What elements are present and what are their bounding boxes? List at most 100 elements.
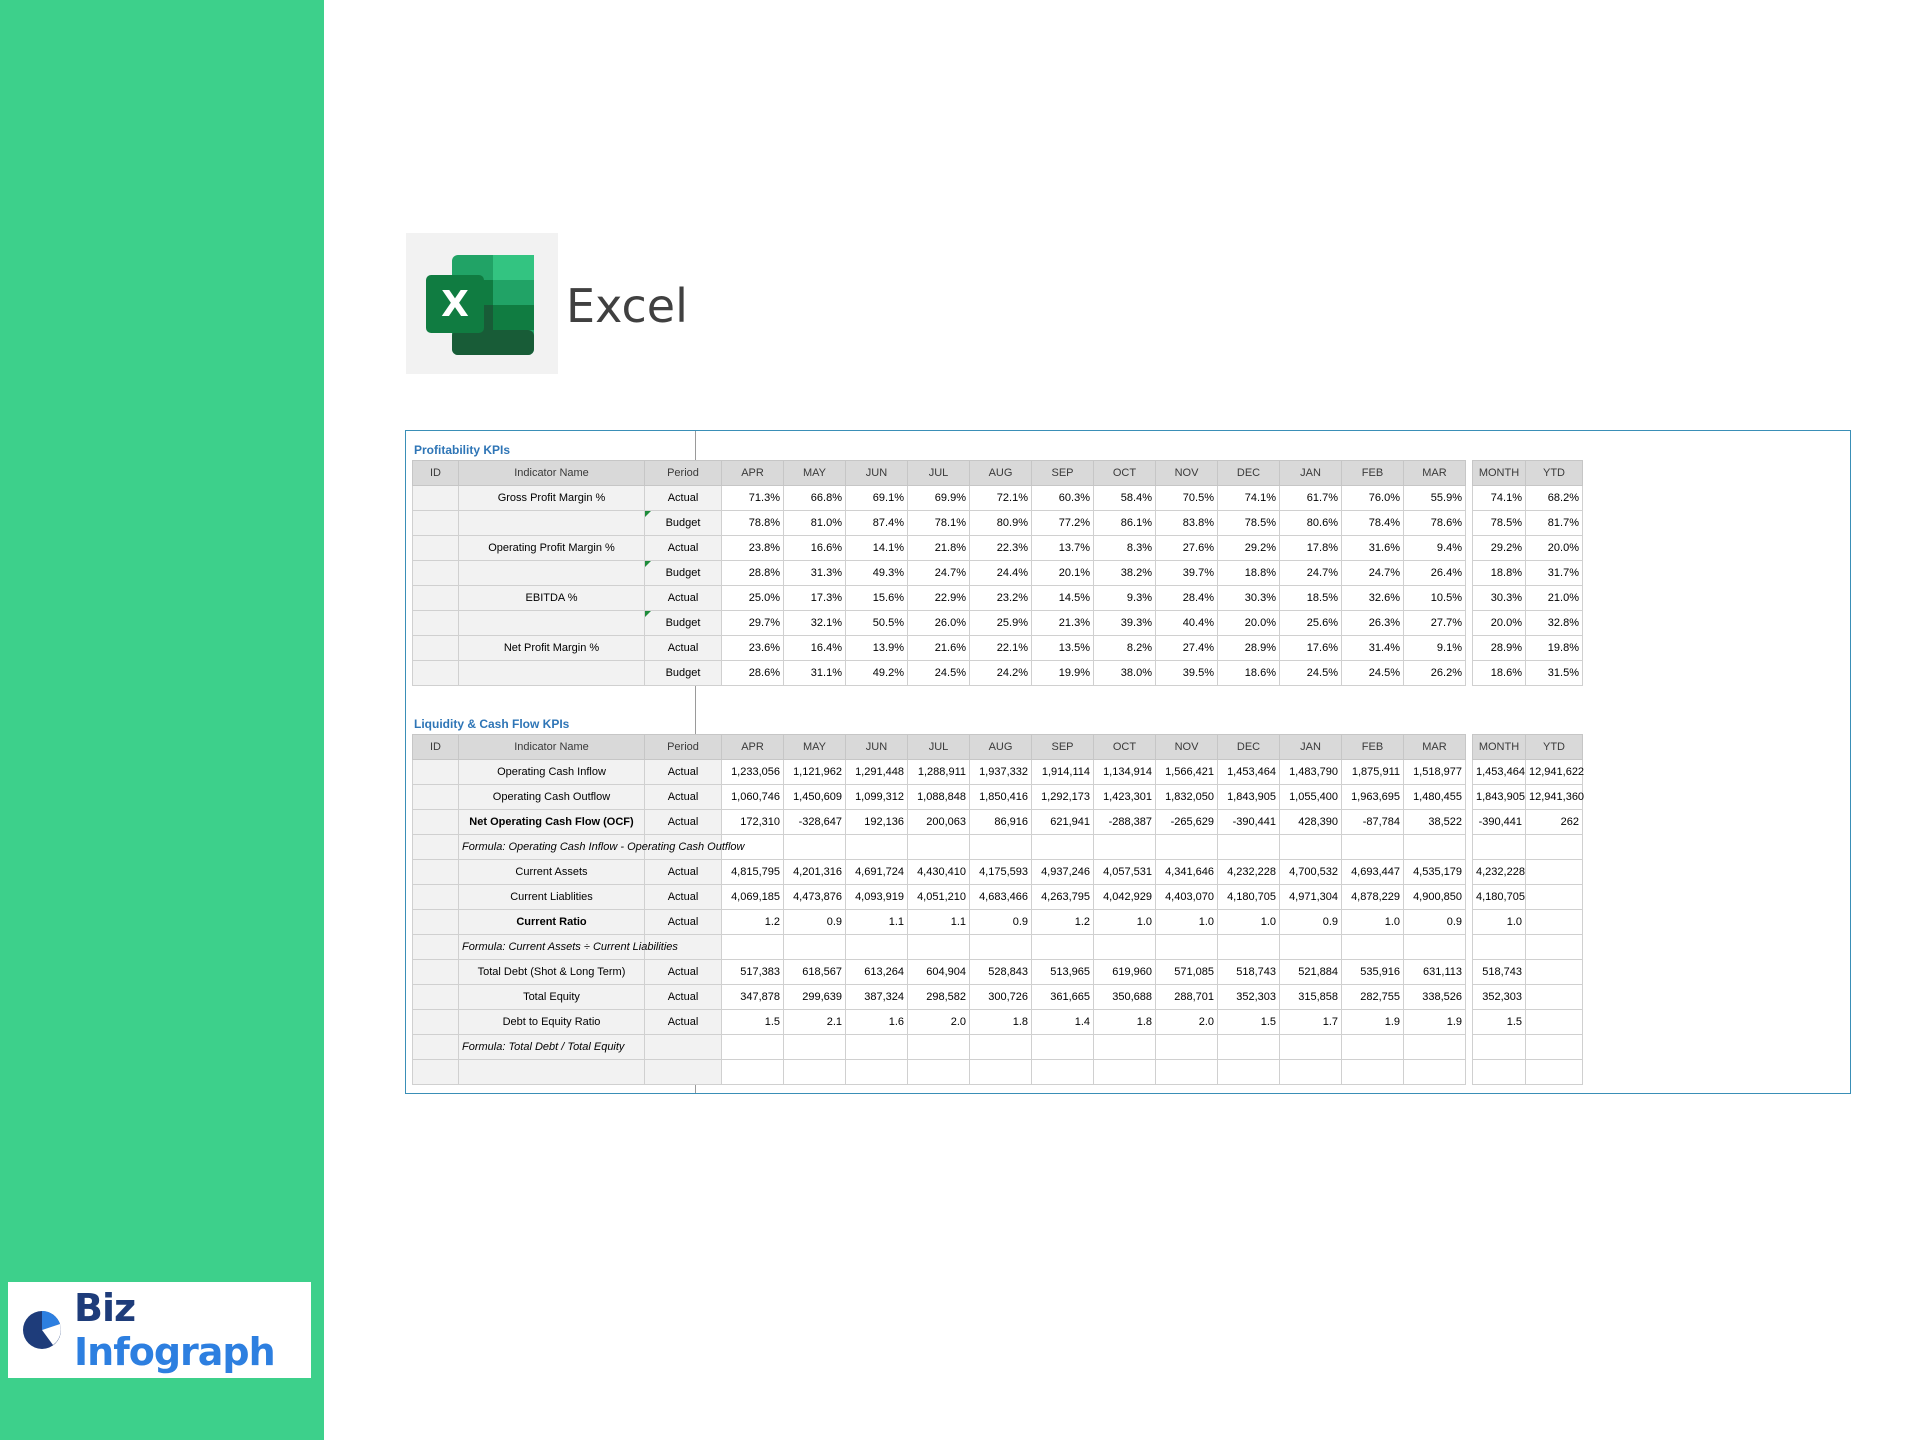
indicator-name-cell[interactable] <box>458 1059 645 1085</box>
value-cell-dec[interactable]: 28.9% <box>1217 635 1280 661</box>
indicator-name-cell[interactable]: Operating Cash Inflow <box>458 759 645 785</box>
value-cell-jul[interactable]: 22.9% <box>907 585 970 611</box>
value-cell-apr[interactable]: 71.3% <box>721 485 784 511</box>
value-cell-aug[interactable]: 1.8 <box>969 1009 1032 1035</box>
value-cell-dec[interactable]: 1.0 <box>1217 909 1280 935</box>
id-cell[interactable] <box>412 784 459 810</box>
column-header-period[interactable]: Period <box>644 734 722 760</box>
value-cell-apr[interactable]: 1.2 <box>721 909 784 935</box>
column-header-indicator-name[interactable]: Indicator Name <box>458 460 645 486</box>
value-cell-dec[interactable]: 20.0% <box>1217 610 1280 636</box>
value-cell-jan[interactable]: 61.7% <box>1279 485 1342 511</box>
value-cell-feb[interactable]: 282,755 <box>1341 984 1404 1010</box>
value-cell-may[interactable]: 618,567 <box>783 959 846 985</box>
value-cell[interactable] <box>1217 834 1280 860</box>
value-cell-jul[interactable]: 78.1% <box>907 510 970 536</box>
value-cell-jul[interactable]: 26.0% <box>907 610 970 636</box>
value-cell[interactable] <box>1093 1034 1156 1060</box>
id-cell[interactable] <box>412 859 459 885</box>
month-cell[interactable] <box>1472 1059 1526 1085</box>
indicator-name-cell[interactable] <box>458 660 645 686</box>
value-cell-jan[interactable]: 18.5% <box>1279 585 1342 611</box>
value-cell-aug[interactable]: 4,683,466 <box>969 884 1032 910</box>
value-cell[interactable] <box>1341 934 1404 960</box>
value-cell-sep[interactable]: 1,914,114 <box>1031 759 1094 785</box>
ytd-cell[interactable] <box>1525 859 1583 885</box>
value-cell-nov[interactable]: 1,566,421 <box>1155 759 1218 785</box>
column-header-sep[interactable]: SEP <box>1031 460 1094 486</box>
value-cell[interactable] <box>1031 1034 1094 1060</box>
column-header-feb[interactable]: FEB <box>1341 460 1404 486</box>
period-cell[interactable]: Budget <box>644 510 722 536</box>
period-cell[interactable]: Actual <box>644 1009 722 1035</box>
column-header-nov[interactable]: NOV <box>1155 734 1218 760</box>
period-cell[interactable]: Budget <box>644 610 722 636</box>
value-cell-jun[interactable]: 49.2% <box>845 660 908 686</box>
value-cell-nov[interactable]: 83.8% <box>1155 510 1218 536</box>
value-cell-may[interactable]: 81.0% <box>783 510 846 536</box>
value-cell-may[interactable]: 299,639 <box>783 984 846 1010</box>
id-cell[interactable] <box>412 809 459 835</box>
value-cell[interactable] <box>1279 834 1342 860</box>
column-header-ytd[interactable]: YTD <box>1525 734 1583 760</box>
value-cell-apr[interactable]: 28.8% <box>721 560 784 586</box>
value-cell-dec[interactable]: 1,843,905 <box>1217 784 1280 810</box>
value-cell-nov[interactable]: 4,341,646 <box>1155 859 1218 885</box>
id-cell[interactable] <box>412 535 459 561</box>
value-cell-dec[interactable]: 29.2% <box>1217 535 1280 561</box>
value-cell-may[interactable]: 31.3% <box>783 560 846 586</box>
value-cell-feb[interactable]: 535,916 <box>1341 959 1404 985</box>
ytd-cell[interactable]: 19.8% <box>1525 635 1583 661</box>
value-cell-sep[interactable]: 60.3% <box>1031 485 1094 511</box>
month-cell[interactable]: 518,743 <box>1472 959 1526 985</box>
id-cell[interactable] <box>412 909 459 935</box>
value-cell-apr[interactable]: 172,310 <box>721 809 784 835</box>
column-header-apr[interactable]: APR <box>721 460 784 486</box>
formula-note[interactable]: Formula: Current Assets ÷ Current Liabil… <box>458 934 678 960</box>
month-cell[interactable]: 18.8% <box>1472 560 1526 586</box>
value-cell-sep[interactable]: 621,941 <box>1031 809 1094 835</box>
value-cell[interactable] <box>1155 834 1218 860</box>
month-cell[interactable]: -390,441 <box>1472 809 1526 835</box>
value-cell-apr[interactable]: 28.6% <box>721 660 784 686</box>
month-cell[interactable]: 4,180,705 <box>1472 884 1526 910</box>
ytd-cell[interactable] <box>1525 834 1583 860</box>
period-cell[interactable]: Actual <box>644 485 722 511</box>
value-cell-aug[interactable]: 528,843 <box>969 959 1032 985</box>
month-cell[interactable]: 29.2% <box>1472 535 1526 561</box>
ytd-cell[interactable]: 20.0% <box>1525 535 1583 561</box>
value-cell-jan[interactable]: 17.6% <box>1279 635 1342 661</box>
value-cell[interactable] <box>907 1034 970 1060</box>
value-cell-apr[interactable]: 1.5 <box>721 1009 784 1035</box>
value-cell-aug[interactable]: 22.1% <box>969 635 1032 661</box>
column-header-jan[interactable]: JAN <box>1279 734 1342 760</box>
value-cell-jun[interactable]: 14.1% <box>845 535 908 561</box>
value-cell[interactable] <box>1341 834 1404 860</box>
ytd-cell[interactable]: 31.7% <box>1525 560 1583 586</box>
value-cell-apr[interactable]: 4,815,795 <box>721 859 784 885</box>
value-cell-jan[interactable]: 1,055,400 <box>1279 784 1342 810</box>
value-cell-mar[interactable]: 26.4% <box>1403 560 1466 586</box>
value-cell-mar[interactable]: 78.6% <box>1403 510 1466 536</box>
indicator-name-cell[interactable]: Operating Cash Outflow <box>458 784 645 810</box>
id-cell[interactable] <box>412 884 459 910</box>
column-header-feb[interactable]: FEB <box>1341 734 1404 760</box>
id-cell[interactable] <box>412 1009 459 1035</box>
value-cell[interactable] <box>1403 1034 1466 1060</box>
indicator-name-cell[interactable]: Total Debt (Shot & Long Term) <box>458 959 645 985</box>
value-cell-mar[interactable]: 26.2% <box>1403 660 1466 686</box>
value-cell-sep[interactable]: 13.5% <box>1031 635 1094 661</box>
value-cell[interactable] <box>1031 834 1094 860</box>
value-cell-jul[interactable]: 24.7% <box>907 560 970 586</box>
value-cell-oct[interactable]: 4,057,531 <box>1093 859 1156 885</box>
value-cell[interactable] <box>1155 1034 1218 1060</box>
value-cell-jan[interactable]: 17.8% <box>1279 535 1342 561</box>
value-cell[interactable] <box>969 934 1032 960</box>
id-cell[interactable] <box>412 934 459 960</box>
ytd-cell[interactable]: 262 <box>1525 809 1583 835</box>
value-cell-oct[interactable]: 1,423,301 <box>1093 784 1156 810</box>
value-cell-jun[interactable]: 1.6 <box>845 1009 908 1035</box>
period-cell[interactable]: Actual <box>644 859 722 885</box>
column-header-id[interactable]: ID <box>412 734 459 760</box>
value-cell-may[interactable]: 4,201,316 <box>783 859 846 885</box>
